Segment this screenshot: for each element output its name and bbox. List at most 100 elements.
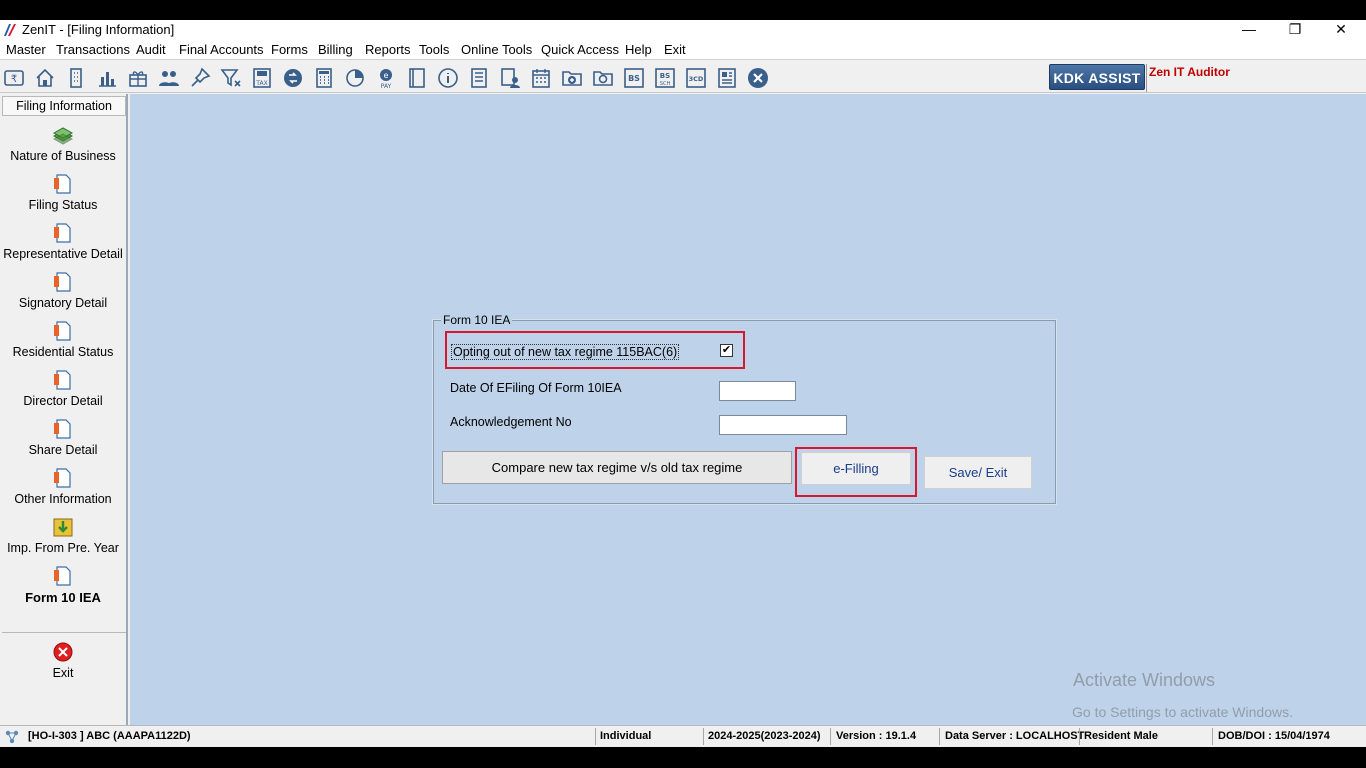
exit-icon [53, 642, 73, 662]
users-icon[interactable] [157, 66, 181, 90]
svg-text:3CD: 3CD [689, 75, 704, 83]
sidebar-header: Filing Information [2, 96, 126, 116]
sidebar-exit-button[interactable]: Exit [0, 641, 126, 690]
sidebar: Filing Information Nature of Business Fi… [0, 94, 128, 725]
sidebar-item-other-information[interactable]: Other Information [0, 467, 126, 516]
folder-search-icon[interactable] [591, 66, 615, 90]
sidebar-item-filing-status[interactable]: Filing Status [0, 173, 126, 222]
efilling-button[interactable]: e-Filling [801, 452, 911, 485]
building-icon[interactable] [64, 66, 88, 90]
svg-text:₹: ₹ [11, 74, 17, 85]
menu-billing[interactable]: Billing [318, 42, 353, 57]
menu-online-tools[interactable]: Online Tools [461, 42, 532, 57]
document-icon [54, 419, 71, 439]
gift-icon[interactable] [126, 66, 150, 90]
menu-reports[interactable]: Reports [365, 42, 411, 57]
sidebar-item-form-10-iea[interactable]: Form 10 IEA [0, 565, 126, 614]
opt-out-label[interactable]: Opting out of new tax regime 115BAC(6) [451, 344, 680, 360]
pie-chart-icon[interactable] [343, 66, 367, 90]
status-client: [HO-I-303 ] ABC (AAAPA1122D) [28, 730, 191, 742]
sidebar-item-director-detail[interactable]: Director Detail [0, 369, 126, 418]
status-separator [830, 728, 831, 745]
sidebar-item-label: Filing Status [28, 198, 98, 212]
main-content: Form 10 IEA Opting out of new tax regime… [130, 94, 1366, 725]
bs-sch-icon[interactable]: BS SCH [653, 66, 677, 90]
add-folder-icon[interactable] [560, 66, 584, 90]
network-icon [5, 730, 19, 744]
menu-forms[interactable]: Forms [271, 42, 308, 57]
save-exit-button[interactable]: Save/ Exit [924, 456, 1032, 489]
refresh-arrow-icon[interactable] [281, 66, 305, 90]
minimize-button[interactable]: — [1226, 20, 1272, 40]
status-separator [703, 728, 704, 745]
info-icon[interactable] [436, 66, 460, 90]
bs-icon[interactable]: BS [622, 66, 646, 90]
restore-button[interactable]: ❐ [1272, 20, 1318, 40]
sidebar-item-label: Share Detail [28, 443, 98, 457]
user-document-icon[interactable] [498, 66, 522, 90]
activate-windows-title: Activate Windows [1073, 670, 1216, 690]
acknowledgement-input[interactable] [719, 415, 847, 435]
sidebar-item-share-detail[interactable]: Share Detail [0, 418, 126, 467]
sidebar-divider [2, 632, 126, 633]
opt-out-checkbox[interactable]: ✔ [720, 344, 733, 357]
document-icon [54, 223, 71, 243]
menu-transactions[interactable]: Transactions [56, 42, 130, 57]
status-separator [939, 728, 940, 745]
epay-icon[interactable]: e PAY [374, 66, 398, 90]
menu-help[interactable]: Help [625, 42, 652, 57]
tax-save-icon[interactable]: TAX [250, 66, 274, 90]
sidebar-item-label: Form 10 IEA [25, 590, 101, 605]
import-icon [53, 518, 73, 537]
activate-windows-subtitle: Go to Settings to activate Windows. [1072, 704, 1293, 720]
sidebar-item-residential-status[interactable]: Residential Status [0, 320, 126, 369]
calculator-icon[interactable] [312, 66, 336, 90]
sidebar-item-signatory-detail[interactable]: Signatory Detail [0, 271, 126, 320]
svg-text:SCH: SCH [660, 81, 671, 87]
sidebar-item-label: Signatory Detail [18, 296, 108, 310]
sidebar-item-label: Nature of Business [10, 149, 116, 163]
status-assessee-type: Individual [600, 730, 652, 742]
sidebar-item-label: Imp. From Pre. Year [7, 541, 119, 555]
status-assessment-year: 2024-2025(2023-2024) [708, 730, 821, 742]
menu-quick-access[interactable]: Quick Access [541, 42, 619, 57]
compare-regime-button[interactable]: Compare new tax regime v/s old tax regim… [442, 451, 792, 484]
document-icon [54, 566, 71, 586]
status-version: Version : 19.1.4 [836, 730, 917, 742]
bar-chart-icon[interactable] [95, 66, 119, 90]
filter-icon[interactable] [219, 66, 243, 90]
3cd-icon[interactable]: 3CD [684, 66, 708, 90]
zenit-logo-icon [4, 24, 16, 36]
close-circle-icon[interactable] [746, 66, 770, 90]
sidebar-item-label: Other Information [14, 492, 112, 506]
kdk-assist-button[interactable]: KDK ASSIST [1049, 64, 1145, 90]
menu-final-accounts[interactable]: Final Accounts [179, 42, 264, 57]
sidebar-item-representative-detail[interactable]: Representative Detail [0, 222, 126, 271]
book-icon[interactable] [405, 66, 429, 90]
report-icon[interactable] [467, 66, 491, 90]
home-icon[interactable] [33, 66, 57, 90]
sidebar-item-import-previous-year[interactable]: Imp. From Pre. Year [0, 516, 126, 565]
document-icon [54, 272, 71, 292]
screen-bottom-border [0, 747, 1366, 768]
menu-tools[interactable]: Tools [419, 42, 449, 57]
date-efiling-label: Date Of EFiling Of Form 10IEA [450, 381, 622, 395]
document-icon [54, 468, 71, 488]
brand-label: Zen IT Auditor [1149, 65, 1230, 79]
toolbar-separator [1146, 64, 1147, 92]
form-icon[interactable] [715, 66, 739, 90]
menu-master[interactable]: Master [6, 42, 46, 57]
date-efiling-input[interactable] [719, 381, 796, 401]
status-separator [595, 728, 596, 745]
status-residency: Resident Male [1084, 730, 1158, 742]
status-separator [1079, 728, 1080, 745]
close-window-button[interactable]: ✕ [1318, 20, 1364, 40]
menu-exit[interactable]: Exit [664, 42, 686, 57]
rupee-note-icon[interactable]: ₹ [2, 66, 26, 90]
calendar-icon[interactable] [529, 66, 553, 90]
sidebar-item-nature-of-business[interactable]: Nature of Business [0, 124, 126, 173]
status-dob: DOB/DOI : 15/04/1974 [1218, 730, 1330, 742]
title-bar: ZenIT - [Filing Information] — ❐ ✕ [0, 20, 1366, 40]
pin-icon[interactable] [188, 66, 212, 90]
menu-audit[interactable]: Audit [136, 42, 166, 57]
